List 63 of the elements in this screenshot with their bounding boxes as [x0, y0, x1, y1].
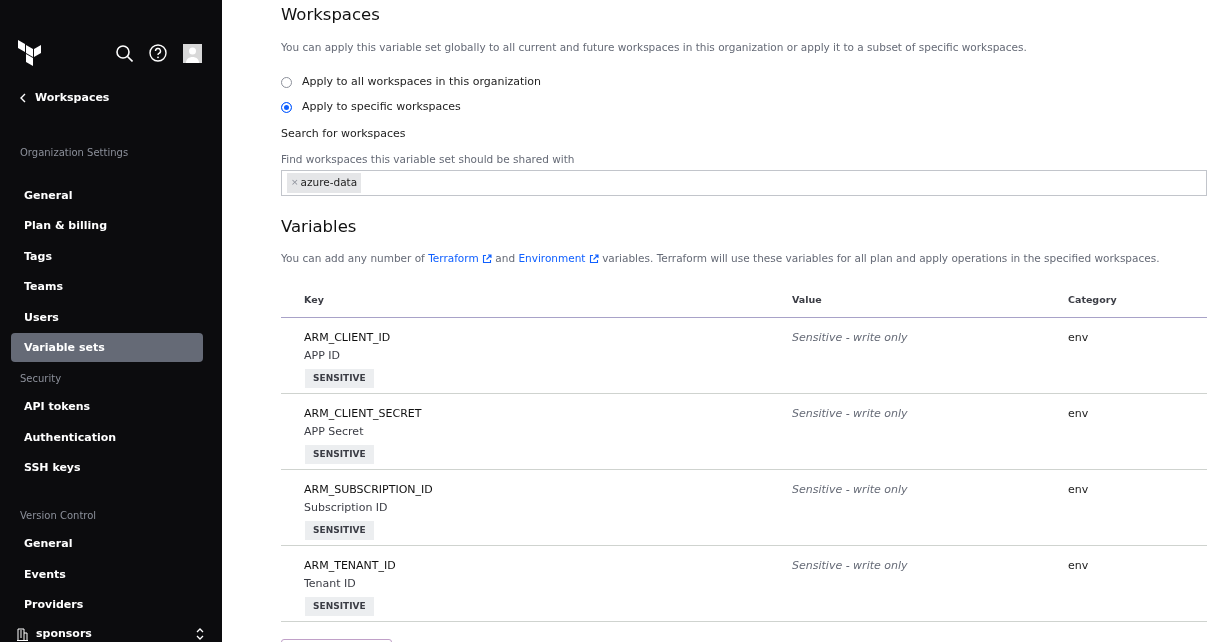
sidebar-item[interactable]: Authentication	[11, 422, 203, 452]
sidebar-section-title: Organization Settings	[19, 145, 130, 160]
sensitive-tag: SENSITIVE	[305, 520, 374, 541]
variable-key: ARM_CLIENT_SECRET	[304, 405, 790, 423]
sidebar-item[interactable]: General	[11, 180, 203, 210]
variable-key: ARM_TENANT_ID	[304, 557, 790, 575]
workspace-tag: × azure-data	[287, 172, 362, 193]
field-hint: Find workspaces this variable set should be shared with	[281, 152, 576, 168]
radio-option[interactable]: Apply to all workspaces in this organization	[281, 69, 1207, 95]
back-link[interactable]: Workspaces	[0, 90, 130, 107]
sidebar-section-title: Version Control	[19, 509, 98, 524]
variable-value: Sensitive - write only	[792, 558, 908, 572]
org-switcher[interactable]: sponsors	[17, 626, 204, 642]
radio-option[interactable]: Apply to specific workspaces	[281, 94, 1207, 120]
variable-value: Sensitive - write only	[792, 406, 908, 420]
variable-value: Sensitive - write only	[792, 330, 908, 344]
sidebar-item[interactable]: Tags	[11, 241, 203, 271]
sidebar-item[interactable]: Variable sets	[11, 333, 203, 363]
sidebar-item[interactable]: SSH keys	[11, 453, 203, 483]
section-heading: Workspaces	[281, 5, 381, 25]
variable-value: Sensitive - write only	[792, 482, 908, 496]
field-label: Search for workspaces	[281, 125, 407, 142]
radio-button[interactable]	[281, 101, 292, 113]
sidebar-item[interactable]: Events	[11, 559, 203, 589]
variable-category: env	[1068, 482, 1089, 496]
column-header: Category	[1067, 283, 1207, 318]
sensitive-tag: SENSITIVE	[305, 368, 374, 389]
chevron-left-icon	[20, 93, 26, 104]
sidebar-section-title: Security	[19, 372, 63, 387]
section-description: You can add any number of Terraform and Environment variables. Terraform will use these variables for all plan and apply operations in the specified workspaces.	[281, 250, 1161, 266]
radio-button[interactable]	[281, 76, 292, 88]
sidebar-item[interactable]: API tokens	[11, 392, 203, 422]
column-header: Value	[791, 283, 1067, 318]
sidebar-item[interactable]: Users	[11, 302, 203, 332]
logo-icon[interactable]	[18, 40, 42, 66]
section-heading: Variables	[281, 216, 358, 237]
doc-link[interactable]: Terraform	[428, 251, 492, 264]
sensitive-tag: SENSITIVE	[305, 444, 374, 465]
doc-link[interactable]: Environment	[518, 251, 599, 264]
variable-key: ARM_SUBSCRIPTION_ID	[304, 481, 790, 499]
search-icon[interactable]	[116, 44, 133, 62]
chevron-up-down-icon	[196, 628, 204, 641]
sensitive-tag: SENSITIVE	[305, 596, 374, 617]
external-link-icon	[481, 253, 492, 264]
variable-key: ARM_CLIENT_ID	[304, 329, 790, 347]
variable-category: env	[1068, 406, 1089, 420]
variable-description: Tenant ID	[304, 576, 357, 593]
sidebar-item[interactable]: Plan & billing	[11, 211, 203, 241]
external-link-icon	[588, 253, 599, 264]
variable-description: APP Secret	[304, 424, 365, 441]
sidebar-item[interactable]: Providers	[11, 590, 203, 620]
variable-category: env	[1068, 558, 1089, 572]
sidebar-item[interactable]: General	[11, 529, 203, 559]
variable-category: env	[1068, 330, 1089, 344]
building-icon	[17, 627, 28, 641]
avatar-icon[interactable]	[183, 43, 202, 63]
sidebar-item[interactable]: Teams	[11, 272, 203, 302]
variable-description: Subscription ID	[304, 500, 389, 517]
variable-description: APP ID	[304, 348, 341, 365]
section-description: You can apply this variable set globally to all current and future workspaces in this organization or apply it to a subset of specific workspaces.	[281, 39, 1028, 55]
workspace-search-field[interactable]: × azure-data	[281, 169, 1207, 196]
column-header: Key	[281, 283, 791, 318]
help-icon[interactable]	[149, 44, 167, 62]
